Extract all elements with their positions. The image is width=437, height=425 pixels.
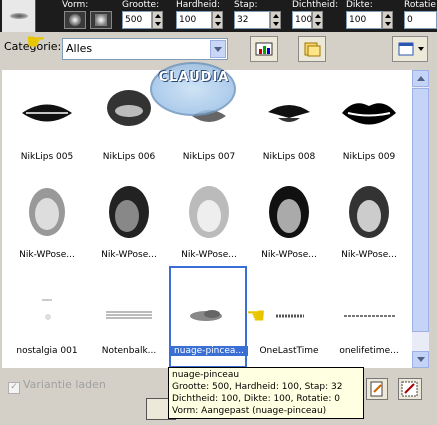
- lips-thumbnail: [268, 105, 310, 122]
- grid-item[interactable]: Nik-WPose...: [170, 172, 248, 268]
- grid-item-selected[interactable]: nuage-pincea...: [169, 266, 248, 368]
- thickness-label: Dikte:: [346, 0, 373, 10]
- hardness-spinner[interactable]: [212, 11, 223, 29]
- item-label: NikLips 009: [342, 152, 396, 162]
- shape-label: Vorm:: [62, 0, 89, 10]
- watermark-text: CLAUDIA: [158, 70, 230, 85]
- tooltip-shape-line: Vorm: Aangepast (nuage-pinceau): [172, 406, 327, 416]
- grid-item[interactable]: Nik-WPose...: [250, 172, 328, 268]
- brush-toolbar: Vorm: Grootte: 500 Hardheid: 100 Stap: 3…: [0, 0, 437, 32]
- step-label: Stap:: [234, 0, 258, 10]
- item-label: NikLips 007: [182, 152, 236, 162]
- face-thumbnail: [29, 188, 65, 236]
- grid-item[interactable]: nostalgia 001: [8, 268, 86, 364]
- rotation-label: Rotatie:: [404, 0, 437, 10]
- view-grid-icon: [398, 42, 424, 56]
- folder-icon: [304, 42, 321, 57]
- square-shape-button[interactable]: [90, 11, 112, 29]
- tooltip-density-line: Dichtheid: 100, Dikte: 100, Rotatie: 0: [172, 394, 340, 404]
- grid-item[interactable]: Nik-WPose...: [90, 172, 168, 268]
- category-dropdown[interactable]: Alles: [62, 38, 228, 60]
- brush-settings-icon: [401, 381, 418, 397]
- item-label: onelifetime...: [339, 346, 399, 356]
- lips-thumbnail: [342, 103, 396, 125]
- face-thumbnail: [349, 186, 389, 238]
- thickness-input[interactable]: 100: [346, 11, 382, 29]
- size-label: Grootte:: [122, 0, 160, 10]
- brush-tooltip: nuage-pinceau Grootte: 500, Hardheid: 10…: [168, 367, 364, 419]
- vertical-scrollbar[interactable]: [412, 70, 429, 368]
- item-label: Nik-WPose...: [341, 250, 397, 260]
- grid-item[interactable]: NikLips 009: [330, 74, 408, 170]
- brush-stroke-icon: [10, 13, 28, 19]
- thickness-spinner[interactable]: [382, 11, 393, 29]
- category-value: Alles: [66, 42, 93, 55]
- edit-brush-button[interactable]: [366, 378, 388, 400]
- music-staff-thumbnail: [106, 311, 152, 319]
- scroll-up-icon[interactable]: [412, 70, 429, 87]
- grid-item[interactable]: Notenbalk...: [90, 268, 168, 364]
- grid-item[interactable]: Nik-WPose...: [8, 172, 86, 268]
- density-spinner[interactable]: [312, 11, 323, 29]
- item-label: NikLips 005: [20, 152, 74, 162]
- brush-options-button[interactable]: [398, 378, 422, 400]
- grid-item[interactable]: onelifetime...: [330, 268, 408, 364]
- square-brush-icon: [95, 14, 107, 26]
- grid-item[interactable]: Nik-WPose...: [330, 172, 408, 268]
- item-label: Nik-WPose...: [261, 250, 317, 260]
- brush-library-button[interactable]: [250, 36, 278, 62]
- density-label: Dichtheid:: [292, 0, 339, 10]
- variant-label: Variantie laden: [23, 378, 106, 391]
- scroll-thumb[interactable]: [412, 88, 429, 332]
- item-label: Nik-WPose...: [101, 250, 157, 260]
- round-brush-icon: [69, 14, 81, 26]
- tooltip-name: nuage-pinceau: [172, 370, 240, 380]
- view-options-button[interactable]: [392, 36, 428, 62]
- brush-preview[interactable]: [2, 0, 36, 32]
- hardness-label: Hardheid:: [176, 0, 221, 10]
- size-input[interactable]: 500: [122, 11, 152, 29]
- checkmark-icon: ✓: [8, 382, 20, 394]
- folder-button[interactable]: [298, 36, 326, 62]
- pointing-hand-icon: ☛: [26, 30, 46, 55]
- grid-item[interactable]: NikLips 008: [250, 74, 328, 170]
- item-label: nuage-pincea...: [170, 346, 248, 356]
- lips-thumbnail: [22, 104, 72, 122]
- chevron-down-icon[interactable]: [210, 40, 226, 58]
- size-spinner[interactable]: [152, 11, 163, 29]
- face-thumbnail: [109, 186, 149, 238]
- cloud-brush-thumbnail: [190, 310, 222, 321]
- item-label: Notenbalk...: [101, 346, 157, 356]
- pointing-hand-cursor-icon: ☚: [246, 304, 266, 329]
- rotation-input[interactable]: 0: [404, 11, 437, 29]
- tooltip-size-line: Grootte: 500, Hardheid: 100, Stap: 32: [172, 382, 343, 392]
- hardness-input[interactable]: 100: [176, 11, 212, 29]
- edit-document-icon: [370, 381, 383, 397]
- brush-grid: NikLips 005 NikLips 006 NikLips 007 NikL…: [2, 70, 412, 368]
- face-thumbnail: [269, 186, 309, 238]
- text-brush-thumbnail: [344, 315, 396, 317]
- round-shape-button[interactable]: [64, 11, 86, 29]
- item-label: OneLastTime: [259, 346, 319, 356]
- brush-thumbnail: [42, 299, 52, 320]
- item-label: NikLips 006: [102, 152, 156, 162]
- item-label: Nik-WPose...: [181, 250, 237, 260]
- chart-icon: [255, 42, 273, 56]
- variant-checkbox[interactable]: ✓ Variantie laden: [8, 378, 106, 394]
- density-input[interactable]: 100: [292, 11, 312, 29]
- face-thumbnail: [189, 186, 229, 238]
- item-label: NikLips 008: [262, 152, 316, 162]
- grid-item[interactable]: NikLips 005: [8, 74, 86, 170]
- item-label: nostalgia 001: [16, 346, 78, 356]
- scroll-down-icon[interactable]: [412, 351, 429, 368]
- step-spinner[interactable]: [270, 11, 281, 29]
- step-input[interactable]: 32: [234, 11, 270, 29]
- item-label: Nik-WPose...: [19, 250, 75, 260]
